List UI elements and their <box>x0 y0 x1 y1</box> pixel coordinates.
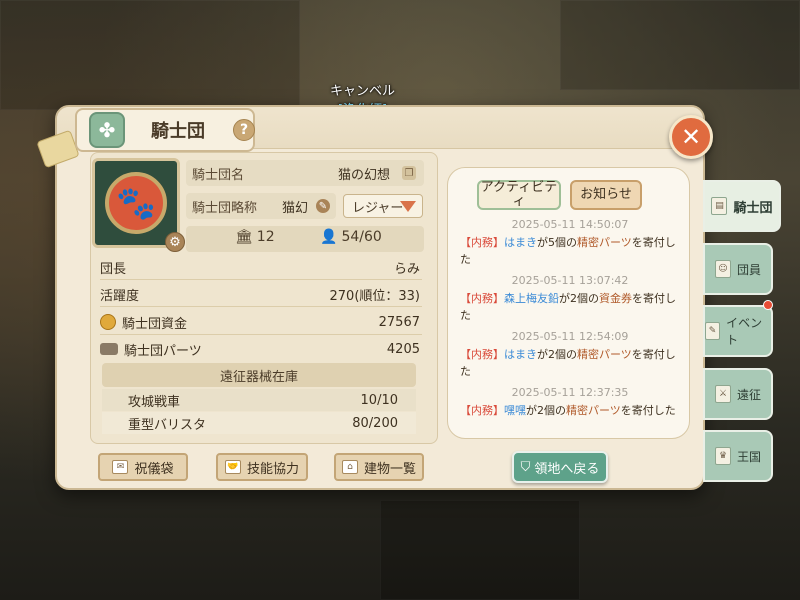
shield-icon: ⛉ <box>520 459 531 475</box>
background-ground <box>380 500 580 600</box>
sidebar-item-event[interactable]: ✎ イベント <box>703 305 773 357</box>
divider <box>100 279 422 280</box>
guild-stats-row <box>186 226 424 252</box>
parts-row: 騎士団パーツ 4205 <box>100 337 422 361</box>
notification-dot <box>763 300 773 310</box>
divider <box>100 306 422 307</box>
buildings-stat: 🏛 12 <box>235 229 275 245</box>
page-title: 騎士団 <box>151 121 205 142</box>
close-button[interactable]: ✕ <box>669 115 713 159</box>
sidebar-item-guild[interactable]: ▤ 騎士団 <box>703 180 781 232</box>
list-item: 2025-05-11 14:50:07 【内務】はまきが5個の精密パーツを寄付し… <box>460 218 680 268</box>
parts-label: 騎士団パーツ <box>124 343 202 359</box>
event-tab-icon: ✎ <box>705 322 721 340</box>
background-stairs <box>0 0 300 110</box>
members-count: 54/60 <box>341 229 382 245</box>
expedition-tab-icon: ⚔ <box>714 385 731 403</box>
crest-settings-gear-icon[interactable]: ⚙ <box>165 232 185 252</box>
envelope-icon: ✉ <box>112 460 129 474</box>
background-market <box>560 0 800 90</box>
members-tab-icon: ☺ <box>714 260 731 278</box>
tab-notice[interactable]: お知らせ <box>570 180 642 210</box>
leader-label: 団長 <box>100 261 127 277</box>
leader-value: らみ <box>393 261 420 277</box>
rank-dropdown[interactable]: レジャー <box>343 194 423 218</box>
parts-icon <box>100 343 118 355</box>
return-territory-button[interactable]: ⛉ 領地へ戻る <box>512 451 608 483</box>
paw-icon: 🐾 <box>105 172 167 234</box>
help-button[interactable]: ? <box>233 119 255 141</box>
members-icon: 👤 <box>320 229 338 245</box>
sidebar-item-label: 遠征 <box>736 387 761 402</box>
activity-label: 活躍度 <box>100 288 140 304</box>
parts-value: 4205 <box>386 341 420 357</box>
guild-name-value: 猫の幻想 <box>337 167 390 183</box>
log-time: 2025-05-11 13:07:42 <box>511 274 629 287</box>
log-time: 2025-05-11 12:37:35 <box>511 386 629 399</box>
guild-tab-icon: ▤ <box>711 197 728 215</box>
funds-label: 騎士団資金 <box>122 316 188 332</box>
sidebar-item-kingdom[interactable]: ♛ 王国 <box>703 430 773 482</box>
gift-button-label: 祝儀袋 <box>134 461 174 477</box>
activity-log-list[interactable]: 2025-05-11 14:50:07 【内務】はまきが5個の精密パーツを寄付し… <box>460 218 680 425</box>
sidebar-item-label: 王国 <box>736 449 761 464</box>
activity-row: 活躍度 270(順位：33) <box>100 282 422 306</box>
sidebar-item-label: イベント <box>726 316 763 347</box>
buildings-count: 12 <box>256 229 275 245</box>
funds-value: 27567 <box>378 314 420 330</box>
funds-row: 騎士団資金 27567 <box>100 310 422 334</box>
siege-row: 重型バリスタ 80/200 <box>102 412 416 434</box>
sidebar-item-members[interactable]: ☺ 団員 <box>703 243 773 295</box>
sidebar-item-expedition[interactable]: ⚔ 遠征 <box>703 368 773 420</box>
guild-short-row: 騎士団略称 猫幻 ✎ <box>186 193 336 219</box>
leader-row: 団長 らみ <box>100 255 422 279</box>
building-list-button[interactable]: ⌂ 建物一覧 <box>334 453 424 481</box>
list-item: 2025-05-11 12:54:09 【内務】はまきが2個の精密パーツを寄付し… <box>460 330 680 380</box>
tab-activity[interactable]: アクティビティ <box>477 180 561 210</box>
handshake-icon: 🤝 <box>224 460 241 474</box>
chevron-down-icon <box>400 201 416 212</box>
log-time: 2025-05-11 14:50:07 <box>511 218 629 231</box>
members-stat: 👤 54/60 <box>320 229 382 245</box>
building-icon: 🏛 <box>235 229 253 245</box>
skill-button[interactable]: 🤝 技能協力 <box>216 453 308 481</box>
log-text: 【内務】はまきが5個の精密パーツを寄付した <box>460 236 676 266</box>
gift-button[interactable]: ✉ 祝儀袋 <box>98 453 188 481</box>
sidebar-item-label: 団員 <box>736 262 761 277</box>
siege-item-label: 攻城戦車 <box>128 394 181 410</box>
crown-icon: ♛ <box>714 447 731 465</box>
house-icon: ⌂ <box>341 460 358 474</box>
siege-item-value: 10/10 <box>360 392 398 408</box>
sidebar-item-label: 騎士団 <box>733 200 773 216</box>
list-item: 2025-05-11 12:37:35 【内務】嘿嘿が2個の精密パーツを寄付した <box>460 386 680 419</box>
guild-name-label: 騎士団名 <box>192 167 245 183</box>
clover-icon: ✤ <box>89 112 125 148</box>
close-icon: ✕ <box>680 123 702 151</box>
list-item: 2025-05-11 13:07:42 【内務】森上梅友鉛が2個の資金券を寄付し… <box>460 274 680 324</box>
coin-icon <box>100 314 116 330</box>
siege-row: 攻城戦車 10/10 <box>102 389 416 411</box>
divider <box>100 334 422 335</box>
panel-title-tag: ✤ 騎士団 ? <box>75 108 255 152</box>
guild-name-row: 騎士団名 猫の幻想 ❐ <box>186 160 424 186</box>
log-text: 【内務】森上梅友鉛が2個の資金券を寄付した <box>460 292 676 322</box>
siege-header: 遠征器械在庫 <box>102 363 416 387</box>
rank-dropdown-value: レジャー <box>352 200 404 216</box>
log-time: 2025-05-11 12:54:09 <box>511 330 629 343</box>
edit-pencil-icon[interactable]: ✎ <box>316 199 330 213</box>
siege-item-label: 重型バリスタ <box>128 417 207 433</box>
building-list-button-label: 建物一覧 <box>363 461 416 477</box>
return-territory-label: 領地へ戻る <box>534 461 600 477</box>
activity-value: 270(順位：33) <box>329 288 421 304</box>
log-text: 【内務】はまきが2個の精密パーツを寄付した <box>460 348 676 378</box>
npc-name: キャンベル <box>330 84 396 99</box>
copy-icon[interactable]: ❐ <box>402 166 416 180</box>
siege-item-value: 80/200 <box>352 415 398 431</box>
guild-short-value: 猫幻 <box>281 200 308 216</box>
skill-button-label: 技能協力 <box>246 461 299 477</box>
log-text: 【内務】嘿嘿が2個の精密パーツを寄付した <box>460 404 676 417</box>
guild-short-label: 騎士団略称 <box>192 200 258 216</box>
